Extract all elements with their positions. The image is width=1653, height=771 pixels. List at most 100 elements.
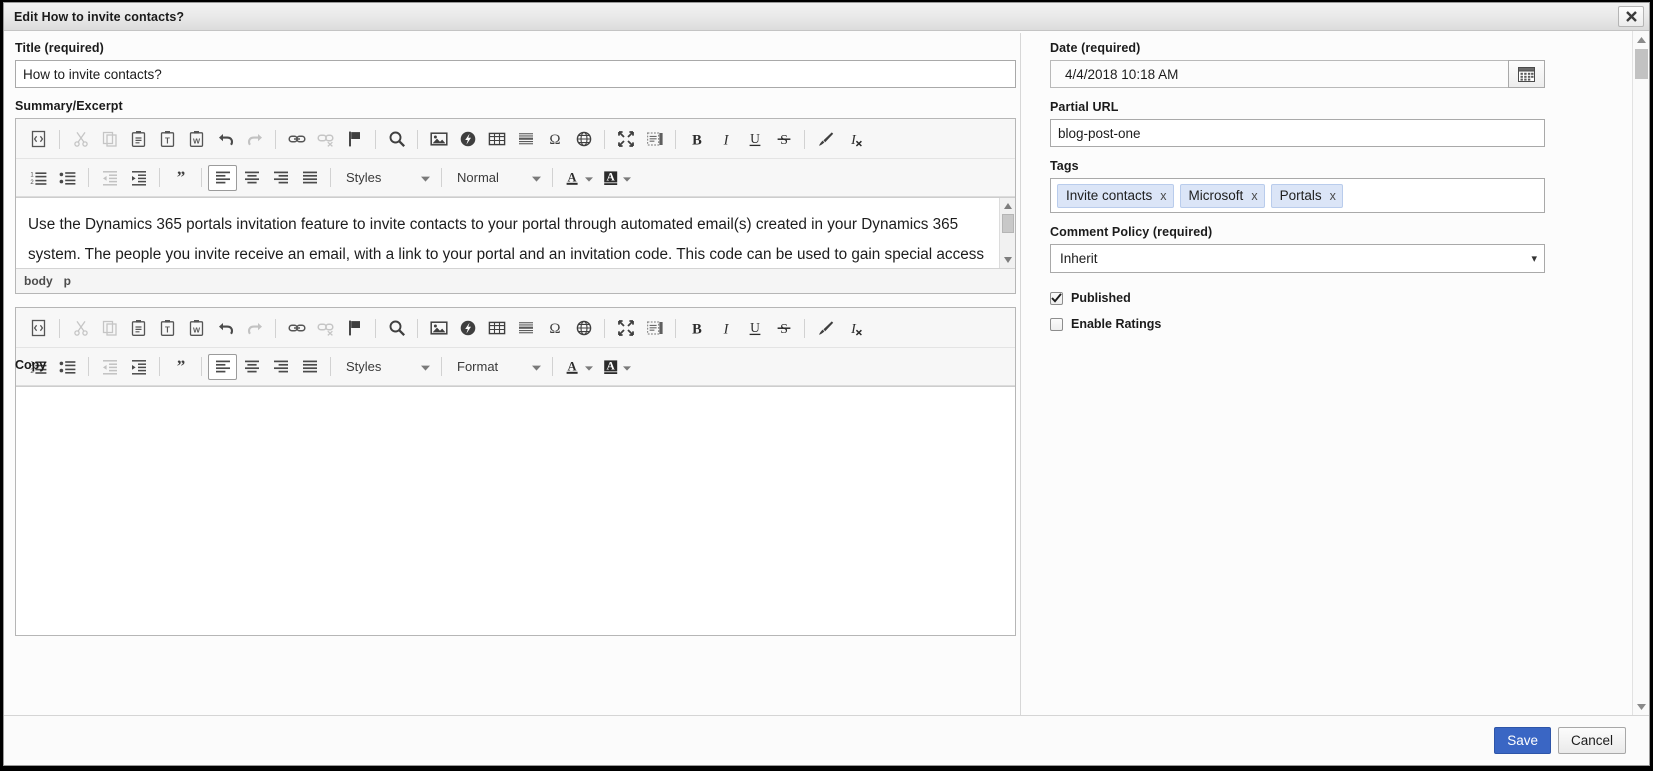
background-color-icon[interactable]: A — [597, 165, 635, 191]
justify-icon[interactable] — [295, 354, 324, 380]
elements-path-body[interactable]: body — [24, 274, 53, 288]
strikethrough-icon[interactable]: S — [769, 126, 798, 152]
styles-dropdown[interactable]: Styles — [337, 165, 435, 191]
anchor-flag-icon[interactable] — [340, 126, 369, 152]
blockquote-icon[interactable]: ” — [166, 165, 195, 191]
paste-text-icon[interactable]: T — [153, 315, 182, 341]
indent-icon[interactable] — [124, 165, 153, 191]
chevron-down-icon — [623, 359, 631, 374]
source-icon[interactable] — [24, 315, 53, 341]
text-color-icon[interactable]: A — [559, 165, 597, 191]
search-icon[interactable] — [382, 315, 411, 341]
svg-text:”: ” — [176, 358, 185, 375]
align-left-icon[interactable] — [208, 353, 237, 380]
scroll-thumb[interactable] — [1002, 214, 1014, 233]
horizontal-rule-icon[interactable] — [511, 315, 540, 341]
tag-remove-icon[interactable]: x — [1251, 189, 1257, 203]
source-icon[interactable] — [24, 126, 53, 152]
table-icon[interactable] — [482, 315, 511, 341]
flash-icon[interactable] — [453, 126, 482, 152]
elements-path-p[interactable]: p — [64, 274, 71, 288]
summary-elements-path: body p — [16, 268, 1015, 293]
bold-icon[interactable]: B — [682, 315, 711, 341]
numbered-list-icon[interactable]: 12 — [24, 165, 53, 191]
indent-icon[interactable] — [124, 354, 153, 380]
calendar-icon[interactable] — [1508, 60, 1545, 88]
undo-icon[interactable] — [211, 126, 240, 152]
bulleted-list-icon[interactable] — [53, 354, 82, 380]
tag-remove-icon[interactable]: x — [1330, 189, 1336, 203]
remove-format-icon[interactable]: I — [840, 126, 869, 152]
align-center-icon[interactable] — [237, 165, 266, 191]
special-char-icon[interactable]: Ω — [540, 126, 569, 152]
paste-icon[interactable] — [124, 315, 153, 341]
summary-editor-scrollbar[interactable] — [999, 198, 1015, 268]
svg-text:T: T — [165, 325, 170, 334]
align-left-icon[interactable] — [208, 164, 237, 191]
paragraph-format-dropdown[interactable]: Format — [448, 354, 546, 380]
date-input[interactable]: 4/4/2018 10:18 AM — [1050, 60, 1508, 88]
link-icon[interactable] — [282, 126, 311, 152]
title-input[interactable]: How to invite contacts? — [15, 60, 1016, 88]
tag-remove-icon[interactable]: x — [1160, 189, 1166, 203]
maximize-icon[interactable] — [611, 315, 640, 341]
undo-icon[interactable] — [211, 315, 240, 341]
align-center-icon[interactable] — [237, 354, 266, 380]
justify-icon[interactable] — [295, 165, 324, 191]
special-char-icon[interactable]: Ω — [540, 315, 569, 341]
checkbox-checked[interactable] — [1050, 291, 1063, 305]
link-icon[interactable] — [282, 315, 311, 341]
table-icon[interactable] — [482, 126, 511, 152]
italic-icon[interactable]: I — [711, 315, 740, 341]
search-icon[interactable] — [382, 126, 411, 152]
tags-input[interactable]: Invite contacts x Microsoft x Portals x — [1050, 178, 1545, 213]
scroll-down-icon[interactable] — [1000, 252, 1015, 268]
underline-icon[interactable]: U — [740, 315, 769, 341]
image-icon[interactable] — [424, 315, 453, 341]
strikethrough-icon[interactable]: S — [769, 315, 798, 341]
styles-dropdown[interactable]: Styles — [337, 354, 435, 380]
underline-icon[interactable]: U — [740, 126, 769, 152]
iframe-globe-icon[interactable] — [569, 315, 598, 341]
comment-policy-select[interactable]: Inherit ▾ — [1050, 244, 1545, 273]
paste-word-icon[interactable]: W — [182, 315, 211, 341]
svg-text:W: W — [192, 326, 200, 335]
scroll-up-icon[interactable] — [1000, 198, 1015, 214]
iframe-globe-icon[interactable] — [569, 126, 598, 152]
copy-editor-body[interactable] — [16, 386, 1015, 635]
remove-format-icon[interactable]: I — [840, 315, 869, 341]
bold-icon[interactable]: B — [682, 126, 711, 152]
save-button[interactable]: Save — [1494, 727, 1551, 754]
blockquote-icon[interactable]: ” — [166, 354, 195, 380]
copy-format-brush-icon[interactable] — [811, 126, 840, 152]
scrollbar-thumb[interactable] — [1635, 49, 1648, 79]
align-right-icon[interactable] — [266, 165, 295, 191]
flash-icon[interactable] — [453, 315, 482, 341]
paragraph-format-dropdown[interactable]: Normal — [448, 165, 546, 191]
cancel-button[interactable]: Cancel — [1557, 727, 1626, 754]
text-color-icon[interactable]: A — [559, 354, 597, 380]
background-color-icon[interactable]: A — [597, 354, 635, 380]
align-right-icon[interactable] — [266, 354, 295, 380]
summary-editor-body[interactable]: Use the Dynamics 365 portals invitation … — [16, 197, 1015, 268]
checkbox-unchecked[interactable] — [1050, 317, 1063, 331]
partial-url-input[interactable]: blog-post-one — [1050, 119, 1545, 147]
maximize-icon[interactable] — [611, 126, 640, 152]
show-blocks-icon[interactable] — [640, 126, 669, 152]
paste-icon[interactable] — [124, 126, 153, 152]
show-blocks-icon[interactable] — [640, 315, 669, 341]
dialog-scrollbar[interactable] — [1632, 31, 1649, 715]
anchor-flag-icon[interactable] — [340, 315, 369, 341]
paste-text-icon[interactable]: T — [153, 126, 182, 152]
paste-word-icon[interactable]: W — [182, 126, 211, 152]
bulleted-list-icon[interactable] — [53, 165, 82, 191]
close-icon[interactable] — [1618, 6, 1644, 27]
scrollbar-track[interactable] — [1633, 48, 1649, 698]
comment-policy-value: Inherit — [1060, 251, 1098, 266]
scroll-down-icon[interactable] — [1633, 698, 1649, 715]
copy-format-brush-icon[interactable] — [811, 315, 840, 341]
italic-icon[interactable]: I — [711, 126, 740, 152]
horizontal-rule-icon[interactable] — [511, 126, 540, 152]
scroll-up-icon[interactable] — [1633, 31, 1649, 48]
image-icon[interactable] — [424, 126, 453, 152]
